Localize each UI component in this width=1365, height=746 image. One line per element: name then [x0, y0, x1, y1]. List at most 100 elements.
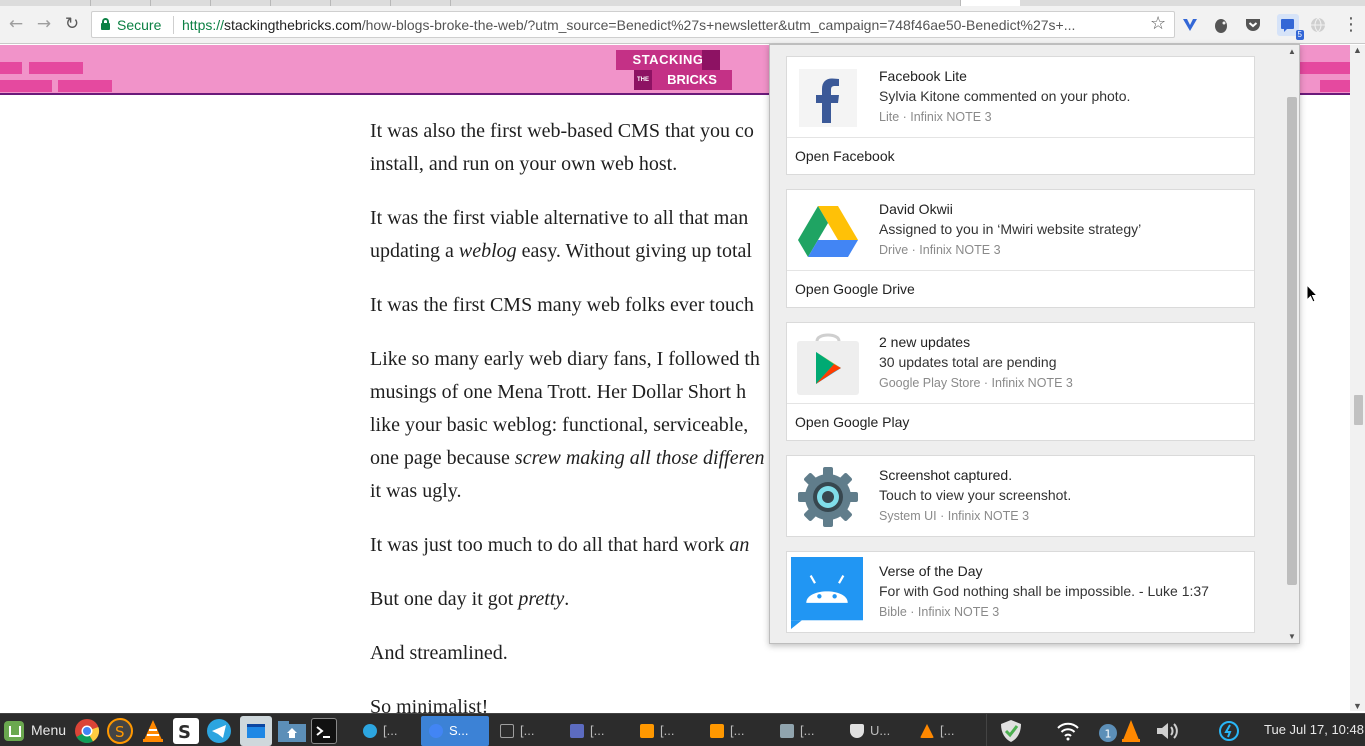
notification-source: Lite · Infinix NOTE 3: [879, 110, 992, 124]
url-text[interactable]: https://stackingthebricks.com/how-blogs-…: [182, 17, 1147, 33]
taskbar-window-sublime[interactable]: [...: [632, 716, 700, 746]
folder-icon: [780, 724, 794, 738]
android-chat-icon: [791, 557, 863, 629]
vlc-icon[interactable]: [140, 718, 166, 744]
sublime-icon: [710, 724, 724, 738]
header-brick: [0, 62, 22, 74]
pushbullet-notifications-icon[interactable]: 5: [1277, 14, 1304, 40]
svg-text:S: S: [178, 722, 191, 743]
notification-source: Bible · Infinix NOTE 3: [879, 605, 1000, 619]
scrollbar-thumb[interactable]: [1354, 395, 1363, 425]
window-title: [...: [940, 723, 955, 738]
facebook-icon: [795, 65, 861, 131]
linux-mint-icon: [4, 721, 24, 741]
logo-bricks: BRICKS: [652, 70, 732, 90]
vimium-extension-icon[interactable]: [1181, 16, 1199, 34]
window-title: U...: [870, 723, 891, 738]
notification-title: Verse of the Day: [879, 563, 983, 579]
notification-source: System UI · Infinix NOTE 3: [879, 509, 1030, 523]
taskbar-window-telegram[interactable]: [...: [355, 716, 419, 746]
chrome-icon[interactable]: [74, 718, 100, 744]
wifi-icon[interactable]: [1055, 718, 1081, 744]
more-menu-icon[interactable]: ⋮: [1342, 14, 1360, 35]
shield-check-icon[interactable]: [998, 718, 1024, 744]
popup-scrollbar[interactable]: ▲ ▼: [1284, 45, 1299, 643]
taskbar-window-files[interactable]: [...: [772, 716, 840, 746]
pocket-extension-icon[interactable]: [1244, 16, 1262, 34]
notification-title: David Okwii: [879, 201, 953, 217]
notifications-popup: Facebook Lite Sylvia Kitone commented on…: [769, 44, 1300, 644]
back-arrow-icon[interactable]: ←: [6, 14, 26, 34]
notification-title: Screenshot captured.: [879, 467, 1013, 483]
notification-card-drive[interactable]: David Okwii Assigned to you in ‘Mwiri we…: [786, 189, 1255, 308]
notification-message: Touch to view your screenshot.: [879, 487, 1072, 503]
window-title: [...: [590, 723, 605, 738]
chrome-icon: [429, 724, 443, 738]
scroll-down-arrow-icon[interactable]: ▼: [1353, 701, 1362, 711]
reload-icon[interactable]: ↻: [62, 14, 82, 34]
page-scrollbar[interactable]: ▲ ▼: [1350, 45, 1365, 711]
telegram-icon: [363, 724, 377, 738]
sublime-icon[interactable]: S: [107, 718, 133, 744]
settings-gear-icon: [795, 464, 861, 530]
window-title: [...: [730, 723, 745, 738]
screen: { "browser": { "secure_label": "Secure",…: [0, 0, 1365, 746]
window-icon: [500, 724, 514, 738]
taskbar-window-sublime[interactable]: [...: [702, 716, 770, 746]
notification-card-facebook[interactable]: Facebook Lite Sylvia Kitone commented on…: [786, 56, 1255, 175]
taskbar-window-chrome[interactable]: S...: [421, 716, 489, 746]
open-facebook-button[interactable]: Open Facebook: [787, 137, 1254, 174]
notification-message: Assigned to you in ‘Mwiri website strate…: [879, 221, 1142, 237]
browser-toolbar: ← → ↻ Secure https://stackingthebricks.c…: [0, 6, 1365, 44]
notification-card-bible[interactable]: Verse of the Day For with God nothing sh…: [786, 551, 1255, 633]
notification-source: Drive · Infinix NOTE 3: [879, 243, 1001, 257]
notification-source: Google Play Store · Infinix NOTE 3: [879, 376, 1073, 390]
sublime-icon: [640, 724, 654, 738]
slack-icon[interactable]: S: [173, 718, 199, 744]
tray-divider: [986, 714, 987, 746]
open-google-drive-button[interactable]: Open Google Drive: [787, 270, 1254, 307]
site-logo[interactable]: STACKING THE BRICKS: [616, 50, 732, 90]
globe-extension-icon[interactable]: [1309, 16, 1327, 34]
bookmark-star-icon[interactable]: ☆: [1150, 13, 1166, 34]
google-play-icon: [795, 331, 861, 397]
scroll-up-arrow-icon[interactable]: ▲: [1288, 47, 1296, 56]
header-brick: [29, 62, 83, 74]
terminal-icon[interactable]: [311, 718, 337, 744]
notification-message: 30 updates total are pending: [879, 354, 1057, 370]
header-brick: [58, 80, 112, 92]
notification-card-play-store[interactable]: 2 new updates 30 updates total are pendi…: [786, 322, 1255, 441]
taskbar-window-generic[interactable]: [...: [492, 716, 560, 746]
text-editor-icon: [570, 724, 584, 738]
evernote-extension-icon[interactable]: [1212, 16, 1230, 34]
notification-card-screenshot[interactable]: Screenshot captured. Touch to view your …: [786, 455, 1255, 537]
mouse-cursor-icon: [1306, 283, 1319, 304]
notification-count-badge: 5: [1295, 30, 1304, 40]
header-brick: [1320, 80, 1350, 92]
forward-arrow-icon[interactable]: →: [34, 14, 54, 34]
taskbar-window-vlc[interactable]: [...: [912, 716, 980, 746]
clock[interactable]: Tue Jul 17, 10:48: [1264, 722, 1364, 737]
telegram-icon[interactable]: [206, 718, 232, 744]
address-bar[interactable]: Secure https://stackingthebricks.com/how…: [91, 11, 1175, 38]
logo-the: THE: [634, 70, 652, 90]
scroll-down-arrow-icon[interactable]: ▼: [1288, 632, 1296, 641]
vlc-icon: [920, 724, 934, 738]
header-brick: [1296, 62, 1350, 74]
notification-title: Facebook Lite: [879, 68, 967, 84]
home-folder-icon[interactable]: [277, 718, 306, 744]
open-google-play-button[interactable]: Open Google Play: [787, 403, 1254, 440]
show-desktop-icon[interactable]: [240, 716, 272, 746]
header-brick: [0, 80, 52, 92]
scrollbar-thumb[interactable]: [1287, 97, 1297, 585]
power-icon[interactable]: [1216, 718, 1242, 744]
taskbar-window-update[interactable]: U...: [842, 716, 910, 746]
lock-icon: [101, 18, 110, 30]
taskbar-window-editor[interactable]: [...: [562, 716, 630, 746]
volume-icon[interactable]: [1154, 718, 1180, 744]
window-title: [...: [520, 723, 535, 738]
google-drive-icon: [795, 198, 861, 264]
scroll-up-arrow-icon[interactable]: ▲: [1353, 45, 1362, 55]
menu-label: Menu: [31, 722, 67, 738]
vlc-tray-icon[interactable]: [1120, 718, 1146, 744]
